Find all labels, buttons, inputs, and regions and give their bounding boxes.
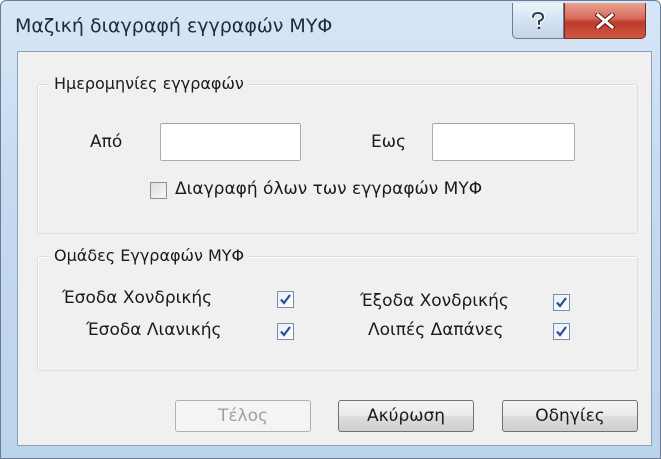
wholesale-expense-checkbox[interactable] <box>553 294 570 311</box>
window-title: Μαζική διαγραφή εγγραφών ΜΥΦ <box>15 15 333 37</box>
delete-all-label: Διαγραφή όλων των εγγραφών ΜΥΦ <box>175 179 483 199</box>
from-date-label: Από <box>90 132 123 152</box>
from-date-input[interactable] <box>160 123 301 161</box>
dates-groupbox: Ημερομηνίες εγγραφών Από Εως Διαγραφή όλ… <box>37 74 638 234</box>
to-date-input[interactable] <box>432 123 575 161</box>
wholesale-expense-label: Έξοδα Χονδρικής <box>360 291 509 311</box>
help-button[interactable]: Οδηγίες <box>502 400 638 432</box>
delete-all-checkbox[interactable] <box>150 182 167 199</box>
close-x-icon <box>595 12 615 29</box>
dates-group-legend: Ημερομηνίες εγγραφών <box>50 74 248 93</box>
wholesale-income-label: Έσοδα Χονδρικής <box>62 288 213 308</box>
other-expenses-checkbox[interactable] <box>553 323 570 340</box>
retail-income-label: Έσοδα Λιανικής <box>86 320 222 340</box>
entry-groups-legend: Ομάδες Εγγραφών ΜΥΦ <box>50 246 249 265</box>
title-close-button[interactable] <box>564 3 646 39</box>
dialog-window: Μαζική διαγραφή εγγραφών ΜΥΦ Ημερομηνίες… <box>0 0 661 459</box>
entry-groups-groupbox: Ομάδες Εγγραφών ΜΥΦ Έσοδα Χονδρικής Έξοδ… <box>37 246 638 371</box>
question-mark-icon <box>531 10 546 30</box>
wholesale-income-checkbox[interactable] <box>277 291 294 308</box>
checkmark-icon <box>556 297 567 308</box>
finish-button[interactable]: Τέλος <box>175 400 311 432</box>
cancel-button[interactable]: Ακύρωση <box>338 400 474 432</box>
retail-income-checkbox[interactable] <box>277 323 294 340</box>
checkmark-icon <box>280 294 291 305</box>
checkmark-icon <box>280 326 291 337</box>
other-expenses-label: Λοιπές Δαπάνες <box>368 320 504 340</box>
title-help-button[interactable] <box>512 3 564 39</box>
dialog-client-area: Ημερομηνίες εγγραφών Από Εως Διαγραφή όλ… <box>17 51 652 446</box>
checkmark-icon <box>556 326 567 337</box>
to-date-label: Εως <box>371 132 406 152</box>
